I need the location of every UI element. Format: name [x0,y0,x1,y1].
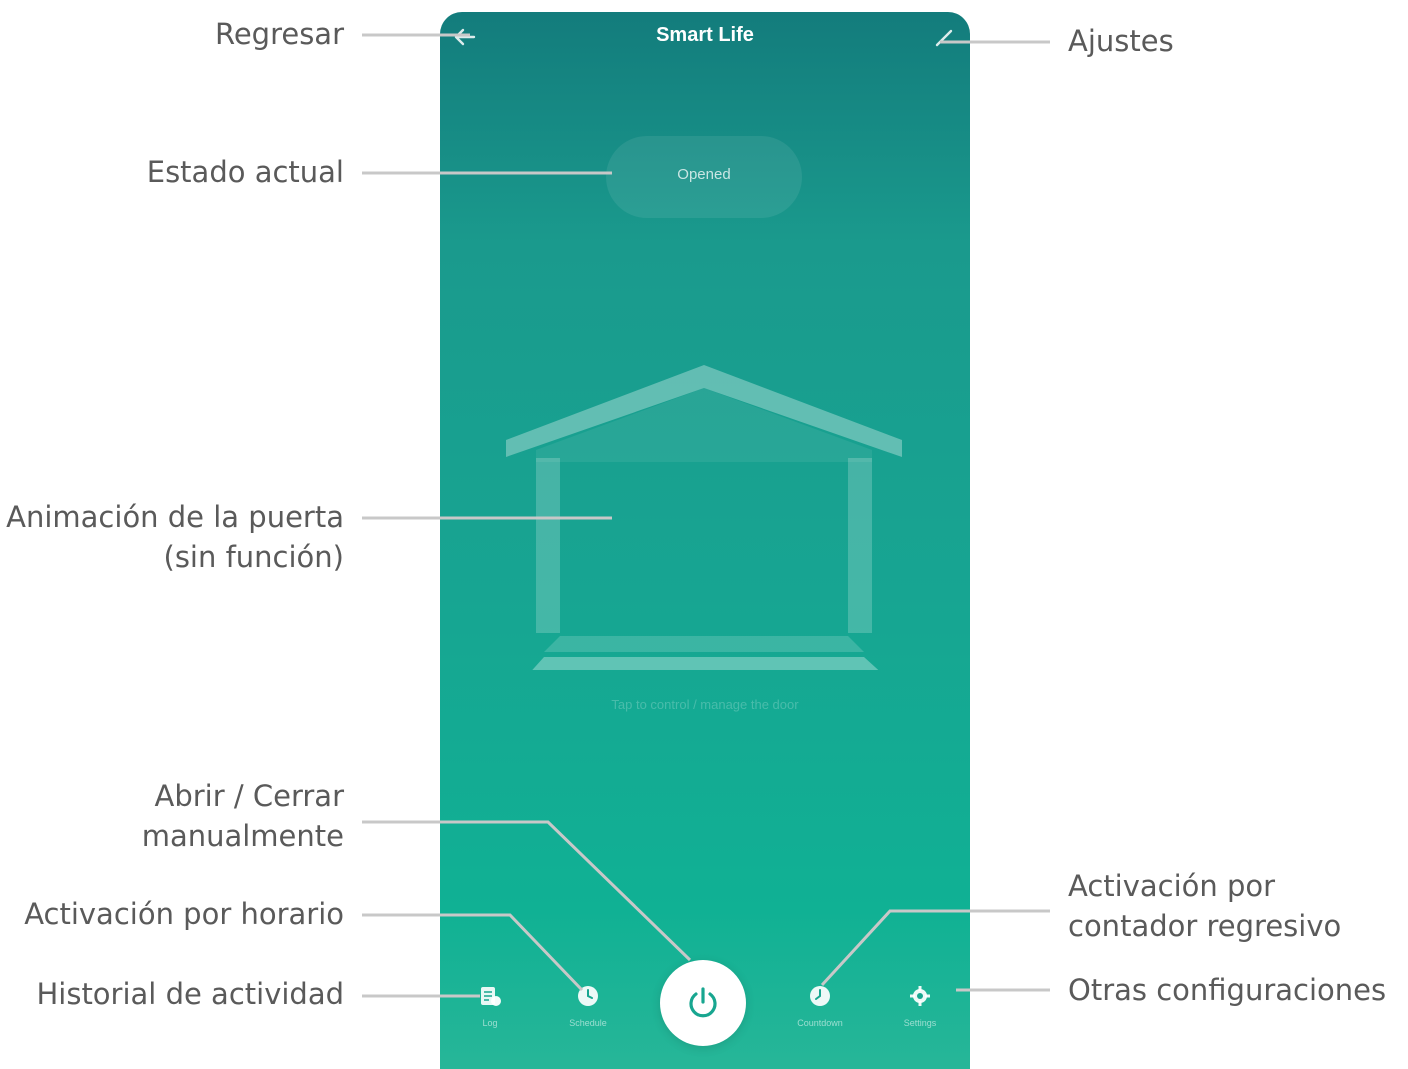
callout-countdown-line2: contador regresivo [1068,909,1342,943]
callout-current-state: Estado actual [146,155,344,189]
callout-manual: Abrir / Cerrar manualmente [142,776,344,856]
power-icon [689,987,717,1018]
power-button[interactable] [660,960,746,1046]
app-title: Smart Life [656,24,754,46]
callout-countdown: Activación por contador regresivo [1068,866,1341,946]
callout-countdown-line1: Activación por [1068,869,1276,903]
status-badge: Opened [606,136,802,218]
garage-door-animation [506,365,902,670]
nav-countdown[interactable]: Countdown [780,984,860,1034]
nav-schedule[interactable]: Schedule [548,984,628,1034]
nav-log-label: Log [482,1018,498,1028]
callout-other-settings: Otras configuraciones [1068,973,1387,1007]
callout-history: Historial de actividad [36,977,344,1011]
log-icon [481,987,501,1006]
nav-schedule-label: Schedule [569,1018,607,1028]
nav-settings[interactable]: Settings [880,984,960,1034]
callout-door-animation-line1: Animación de la puerta [6,500,344,534]
door-hint-text: Tap to control / manage the door [611,697,799,712]
clock-icon [578,986,598,1006]
callout-back: Regresar [214,17,344,51]
gear-icon [910,986,930,1006]
callout-door-animation-line2: (sin función) [163,540,345,574]
nav-settings-label: Settings [903,1018,937,1028]
callout-settings: Ajustes [1068,24,1174,58]
callout-schedule: Activación por horario [24,897,344,931]
phone-screen: Smart Life Opened Tap to control / manag… [440,12,970,1069]
callout-manual-line1: Abrir / Cerrar [154,779,344,813]
callout-door-animation: Animación de la puerta (sin función) [6,497,344,577]
callout-manual-line2: manualmente [141,819,344,853]
nav-countdown-label: Countdown [797,1018,843,1028]
edit-settings-icon[interactable] [934,26,956,48]
timer-icon [810,986,830,1006]
nav-log[interactable]: Log [450,984,530,1034]
top-bar: Smart Life [440,12,970,62]
status-text: Opened [677,166,731,183]
